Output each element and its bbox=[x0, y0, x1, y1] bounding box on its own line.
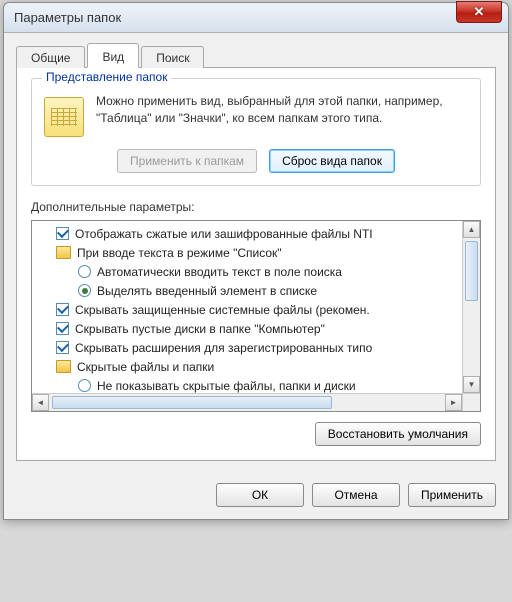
tree-item-label: Скрывать расширения для зарегистрированн… bbox=[75, 341, 372, 355]
horizontal-scrollbar[interactable]: ◄ ► bbox=[32, 393, 462, 411]
tab-search[interactable]: Поиск bbox=[141, 46, 204, 68]
tree-item-label: Скрытые файлы и папки bbox=[77, 360, 214, 374]
group-legend: Представление папок bbox=[42, 70, 171, 84]
tree-item-label: При вводе текста в режиме "Список" bbox=[77, 246, 282, 260]
tree-item-label: Скрывать пустые диски в папке "Компьютер… bbox=[75, 322, 325, 336]
vertical-scroll-thumb[interactable] bbox=[465, 241, 478, 301]
group-description: Можно применить вид, выбранный для этой … bbox=[96, 93, 468, 128]
radio-checked-icon[interactable] bbox=[78, 284, 91, 297]
apply-to-folders-button[interactable]: Применить к папкам bbox=[117, 149, 257, 173]
tab-general[interactable]: Общие bbox=[16, 46, 85, 68]
folder-icon bbox=[56, 246, 71, 259]
scroll-left-icon[interactable]: ◄ bbox=[32, 394, 49, 411]
advanced-label: Дополнительные параметры: bbox=[31, 200, 481, 214]
tree-item-label: Скрывать защищенные системные файлы (рек… bbox=[75, 303, 370, 317]
tree-row[interactable]: Выделять введенный элемент в списке bbox=[38, 281, 460, 300]
reset-folders-button[interactable]: Сброс вида папок bbox=[269, 149, 395, 173]
tree-row[interactable]: Скрывать расширения для зарегистрированн… bbox=[38, 338, 460, 357]
scroll-down-icon[interactable]: ▼ bbox=[463, 376, 480, 393]
tree-item-label: Выделять введенный элемент в списке bbox=[97, 284, 317, 298]
tree-row[interactable]: При вводе текста в режиме "Список" bbox=[38, 243, 460, 262]
tabstrip: Общие Вид Поиск bbox=[16, 43, 496, 68]
radio-unchecked-icon[interactable] bbox=[78, 379, 91, 392]
scroll-right-icon[interactable]: ► bbox=[445, 394, 462, 411]
scroll-up-icon[interactable]: ▲ bbox=[463, 221, 480, 238]
tree-row[interactable]: Автоматически вводить текст в поле поиск… bbox=[38, 262, 460, 281]
tree-row[interactable]: Отображать сжатые или зашифрованные файл… bbox=[38, 224, 460, 243]
vertical-scrollbar[interactable]: ▲ ▼ bbox=[462, 221, 480, 393]
advanced-settings-tree: Отображать сжатые или зашифрованные файл… bbox=[31, 220, 481, 412]
ok-button[interactable]: ОК bbox=[216, 483, 304, 507]
restore-defaults-button[interactable]: Восстановить умолчания bbox=[315, 422, 481, 446]
tree-item-label: Автоматически вводить текст в поле поиск… bbox=[97, 265, 342, 279]
folder-options-icon bbox=[44, 97, 84, 137]
scrollbar-corner bbox=[462, 393, 480, 411]
tree-row[interactable]: Скрывать защищенные системные файлы (рек… bbox=[38, 300, 460, 319]
close-button[interactable]: ✕ bbox=[456, 1, 502, 23]
close-icon: ✕ bbox=[474, 4, 485, 20]
horizontal-scroll-thumb[interactable] bbox=[52, 396, 332, 409]
cancel-button[interactable]: Отмена bbox=[312, 483, 400, 507]
window-body: Общие Вид Поиск Представление папок Можн… bbox=[4, 33, 508, 473]
folder-options-window: Параметры папок ✕ Общие Вид Поиск Предст… bbox=[3, 2, 509, 520]
tree-item-label: Не показывать скрытые файлы, папки и дис… bbox=[97, 379, 356, 393]
titlebar[interactable]: Параметры папок ✕ bbox=[4, 3, 508, 33]
window-title: Параметры папок bbox=[14, 10, 121, 25]
dialog-footer: ОК Отмена Применить bbox=[4, 473, 508, 519]
radio-unchecked-icon[interactable] bbox=[78, 265, 91, 278]
tree-item-label: Отображать сжатые или зашифрованные файл… bbox=[75, 227, 373, 241]
apply-button[interactable]: Применить bbox=[408, 483, 496, 507]
tree-row[interactable]: Скрывать пустые диски в папке "Компьютер… bbox=[38, 319, 460, 338]
checkbox-checked-icon[interactable] bbox=[56, 303, 69, 316]
checkbox-checked-icon[interactable] bbox=[56, 227, 69, 240]
tab-panel-view: Представление папок Можно применить вид,… bbox=[16, 68, 496, 461]
checkbox-checked-icon[interactable] bbox=[56, 322, 69, 335]
folder-views-group: Представление папок Можно применить вид,… bbox=[31, 78, 481, 186]
checkbox-checked-icon[interactable] bbox=[56, 341, 69, 354]
tab-view[interactable]: Вид bbox=[87, 43, 139, 68]
folder-icon bbox=[56, 360, 71, 373]
tree-row[interactable]: Скрытые файлы и папки bbox=[38, 357, 460, 376]
